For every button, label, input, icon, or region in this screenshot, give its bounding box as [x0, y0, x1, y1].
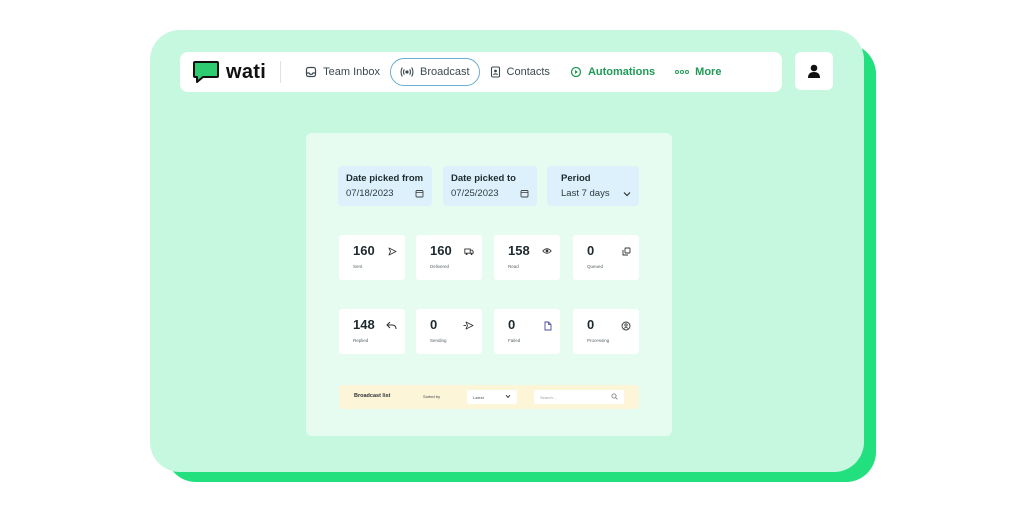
logo-text: wati [226, 60, 267, 83]
stat-card-processing: 0 Processing [573, 309, 639, 354]
send-icon [388, 247, 397, 256]
stat-label: Processing [587, 338, 610, 343]
search-icon [611, 393, 618, 400]
broadcast-icon [400, 67, 414, 77]
reply-icon [386, 321, 397, 330]
stat-card-delivered: 160 Delivered [416, 235, 482, 280]
stat-card-sending: 0 Sending [416, 309, 482, 354]
stat-label: Delivered [430, 264, 450, 269]
nav-contacts-label: Contacts [506, 66, 550, 78]
sort-label: Sorted by [423, 394, 441, 399]
date-to-label: Date picked to [451, 173, 516, 184]
stat-card-replied: 148 Replied [339, 309, 405, 354]
failed-icon [544, 321, 552, 331]
chevron-down-icon [505, 394, 511, 399]
period-label: Period [561, 173, 591, 184]
search-input[interactable]: Search... [534, 390, 624, 404]
broadcast-list-bar: Broadcast list Sorted by Latest Search..… [339, 385, 639, 409]
nav-divider [280, 61, 282, 83]
date-from-picker[interactable]: Date picked from 07/18/2023 [338, 166, 432, 206]
stat-label: Sent [353, 264, 363, 269]
stat-card-queued: 0 Queued [573, 235, 639, 280]
date-from-label: Date picked from [346, 173, 424, 184]
period-value: Last 7 days [561, 188, 610, 199]
processing-icon [621, 321, 631, 331]
nav-contacts[interactable]: Contacts [480, 58, 560, 86]
broadcast-list-title: Broadcast list [354, 393, 391, 399]
stat-label: Failed [508, 338, 521, 343]
period-dropdown[interactable]: Period Last 7 days [547, 166, 639, 206]
logo[interactable]: wati [192, 59, 266, 85]
stat-label: Read [508, 264, 519, 269]
eye-icon [542, 248, 552, 254]
truck-icon [464, 248, 474, 256]
nav-team-inbox[interactable]: Team Inbox [295, 58, 390, 86]
nav-more[interactable]: More [665, 58, 731, 86]
calendar-icon [415, 190, 424, 198]
more-icon [675, 70, 690, 74]
nav-more-label: More [695, 66, 722, 78]
user-profile-button[interactable] [795, 52, 833, 90]
stat-label: Queued [587, 264, 604, 269]
nav-team-inbox-label: Team Inbox [323, 66, 380, 78]
stat-card-sent: 160 Sent [339, 235, 405, 280]
user-icon [808, 64, 820, 78]
search-placeholder: Search... [540, 395, 557, 400]
date-to-picker[interactable]: Date picked to 07/25/2023 [443, 166, 537, 206]
calendar-icon [520, 190, 529, 198]
stat-card-read: 158 Read [494, 235, 560, 280]
sending-icon [463, 321, 474, 330]
inbox-icon [306, 66, 317, 78]
automations-icon [570, 66, 582, 78]
nav-automations[interactable]: Automations [560, 58, 665, 86]
date-to-value: 07/25/2023 [451, 188, 499, 199]
chevron-down-icon [623, 191, 631, 196]
queue-icon [622, 247, 631, 256]
stat-label: Replied [353, 338, 369, 343]
nav-broadcast-label: Broadcast [419, 66, 470, 78]
nav-broadcast[interactable]: Broadcast [389, 58, 480, 86]
contacts-icon [490, 66, 500, 78]
chat-bubble-logo-icon [193, 61, 219, 83]
top-navbar: wati Team Inbox Broadcast Contacts Autom… [180, 52, 782, 92]
sort-value: Latest [473, 395, 484, 400]
nav-automations-label: Automations [587, 66, 656, 78]
date-from-value: 07/18/2023 [346, 188, 394, 199]
sort-dropdown[interactable]: Latest [467, 390, 517, 404]
stat-card-failed: 0 Failed [494, 309, 560, 354]
stat-label: Sending [430, 338, 447, 343]
